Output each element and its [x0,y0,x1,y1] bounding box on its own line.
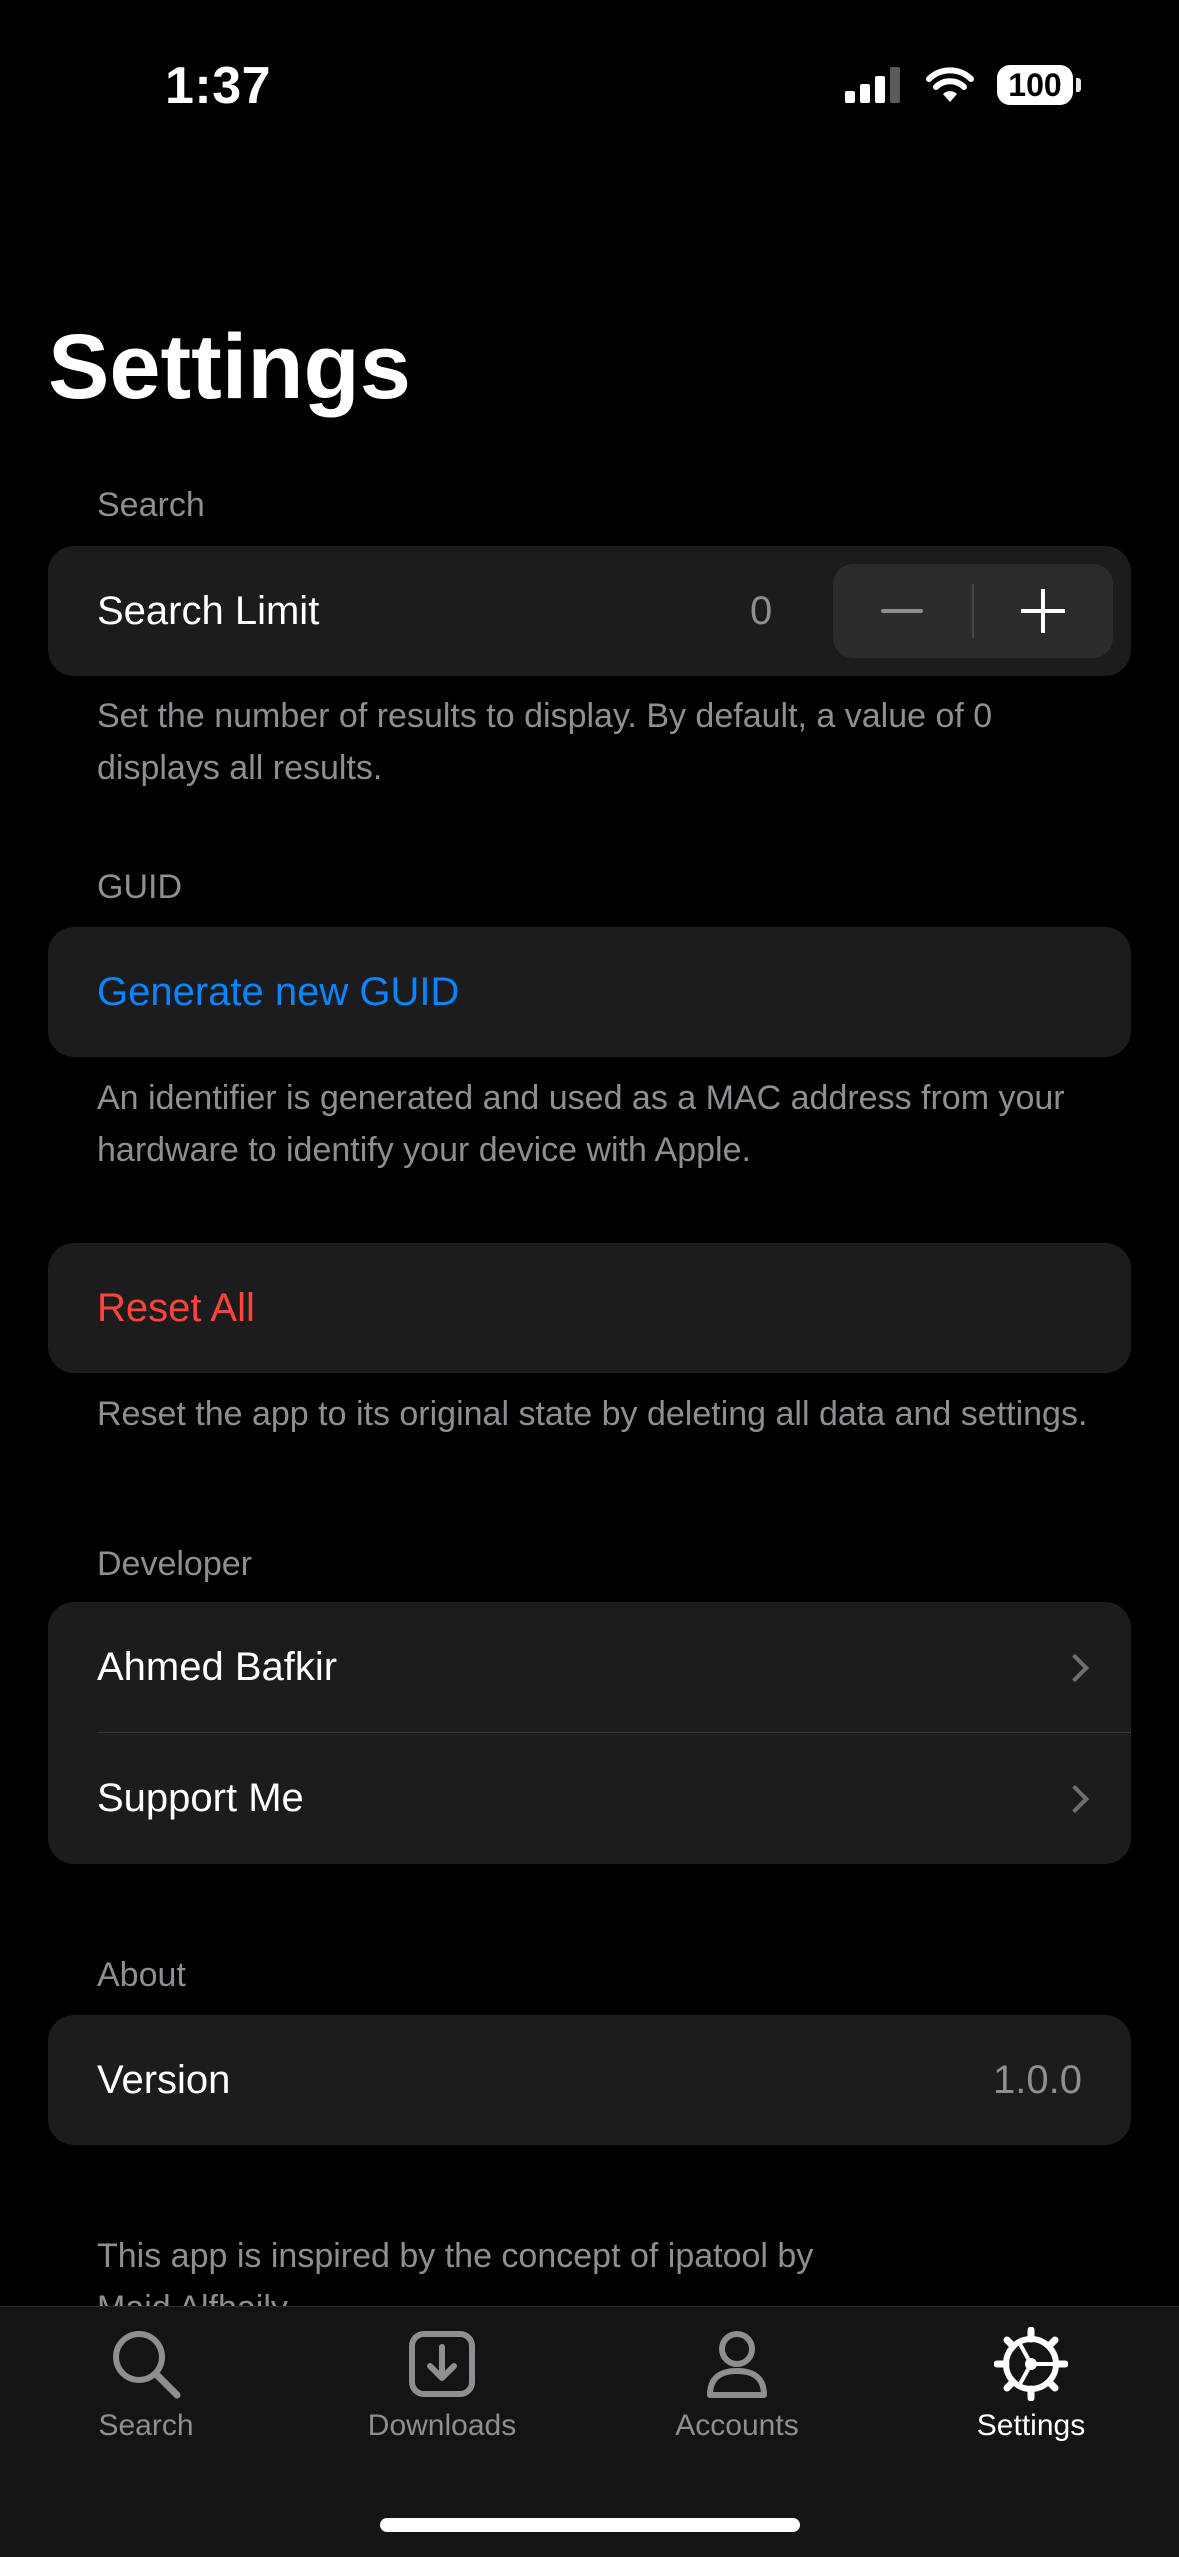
battery-icon: 100 [997,65,1081,105]
developer-name-label: Ahmed Bafkir [97,1645,338,1689]
tab-accounts-label: Accounts [675,2409,799,2442]
search-limit-value: 0 [750,589,773,633]
increment-button[interactable] [974,564,1113,658]
magnifier-icon [113,2331,181,2399]
tab-downloads[interactable]: Downloads [332,2327,552,2443]
version-label: Version [97,2058,231,2102]
tab-downloads-label: Downloads [367,2409,517,2442]
decrement-button[interactable] [833,564,972,658]
section-header-guid: GUID [97,868,182,906]
page-title: Settings [48,316,411,418]
section-header-search: Search [97,486,205,524]
about-footer-line1: This app is inspired by the concept of i… [97,2237,814,2275]
wifi-icon [926,67,974,102]
developer-link-row[interactable]: Ahmed Bafkir [48,1602,1131,1732]
chevron-right-icon [1060,1653,1090,1683]
support-me-row[interactable]: Support Me [48,1733,1131,1864]
home-indicator [380,2518,800,2532]
section-header-about: About [97,1956,186,1994]
guid-footer: An identifier is generated and used as a… [97,1079,1065,1169]
version-card: Version 1.0.0 [48,2015,1131,2145]
search-limit-footer: Set the number of results to display. By… [97,697,993,787]
tab-accounts[interactable]: Accounts [627,2327,847,2443]
cellular-signal-icon [845,67,900,103]
reset-all-button[interactable]: Reset All [48,1243,1131,1373]
plus-icon [1021,589,1065,633]
generate-guid-button[interactable]: Generate new GUID [48,927,1131,1057]
developer-card: Ahmed Bafkir Support Me [48,1602,1131,1864]
chevron-right-icon [1060,1784,1090,1814]
battery-level: 100 [997,65,1073,105]
status-icons: 100 [845,62,1081,108]
download-icon [409,2331,475,2397]
search-limit-stepper [833,564,1113,658]
section-header-developer: Developer [97,1545,252,1583]
gear-icon [994,2327,1068,2401]
reset-footer: Reset the app to its original state by d… [97,1395,1088,1433]
tab-settings[interactable]: Settings [921,2327,1141,2443]
generate-guid-label: Generate new GUID [97,970,460,1014]
tab-settings-label: Settings [976,2409,1086,2442]
search-limit-card: Search Limit 0 [48,546,1131,676]
search-limit-label: Search Limit [97,589,320,633]
tab-search-label: Search [98,2409,194,2442]
status-time: 1:37 [165,57,272,115]
version-value: 1.0.0 [993,2058,1082,2102]
minus-icon [881,609,923,613]
person-icon [707,2331,767,2398]
support-me-label: Support Me [97,1776,304,1820]
reset-all-label: Reset All [97,1286,255,1330]
tab-search[interactable]: Search [36,2327,256,2443]
